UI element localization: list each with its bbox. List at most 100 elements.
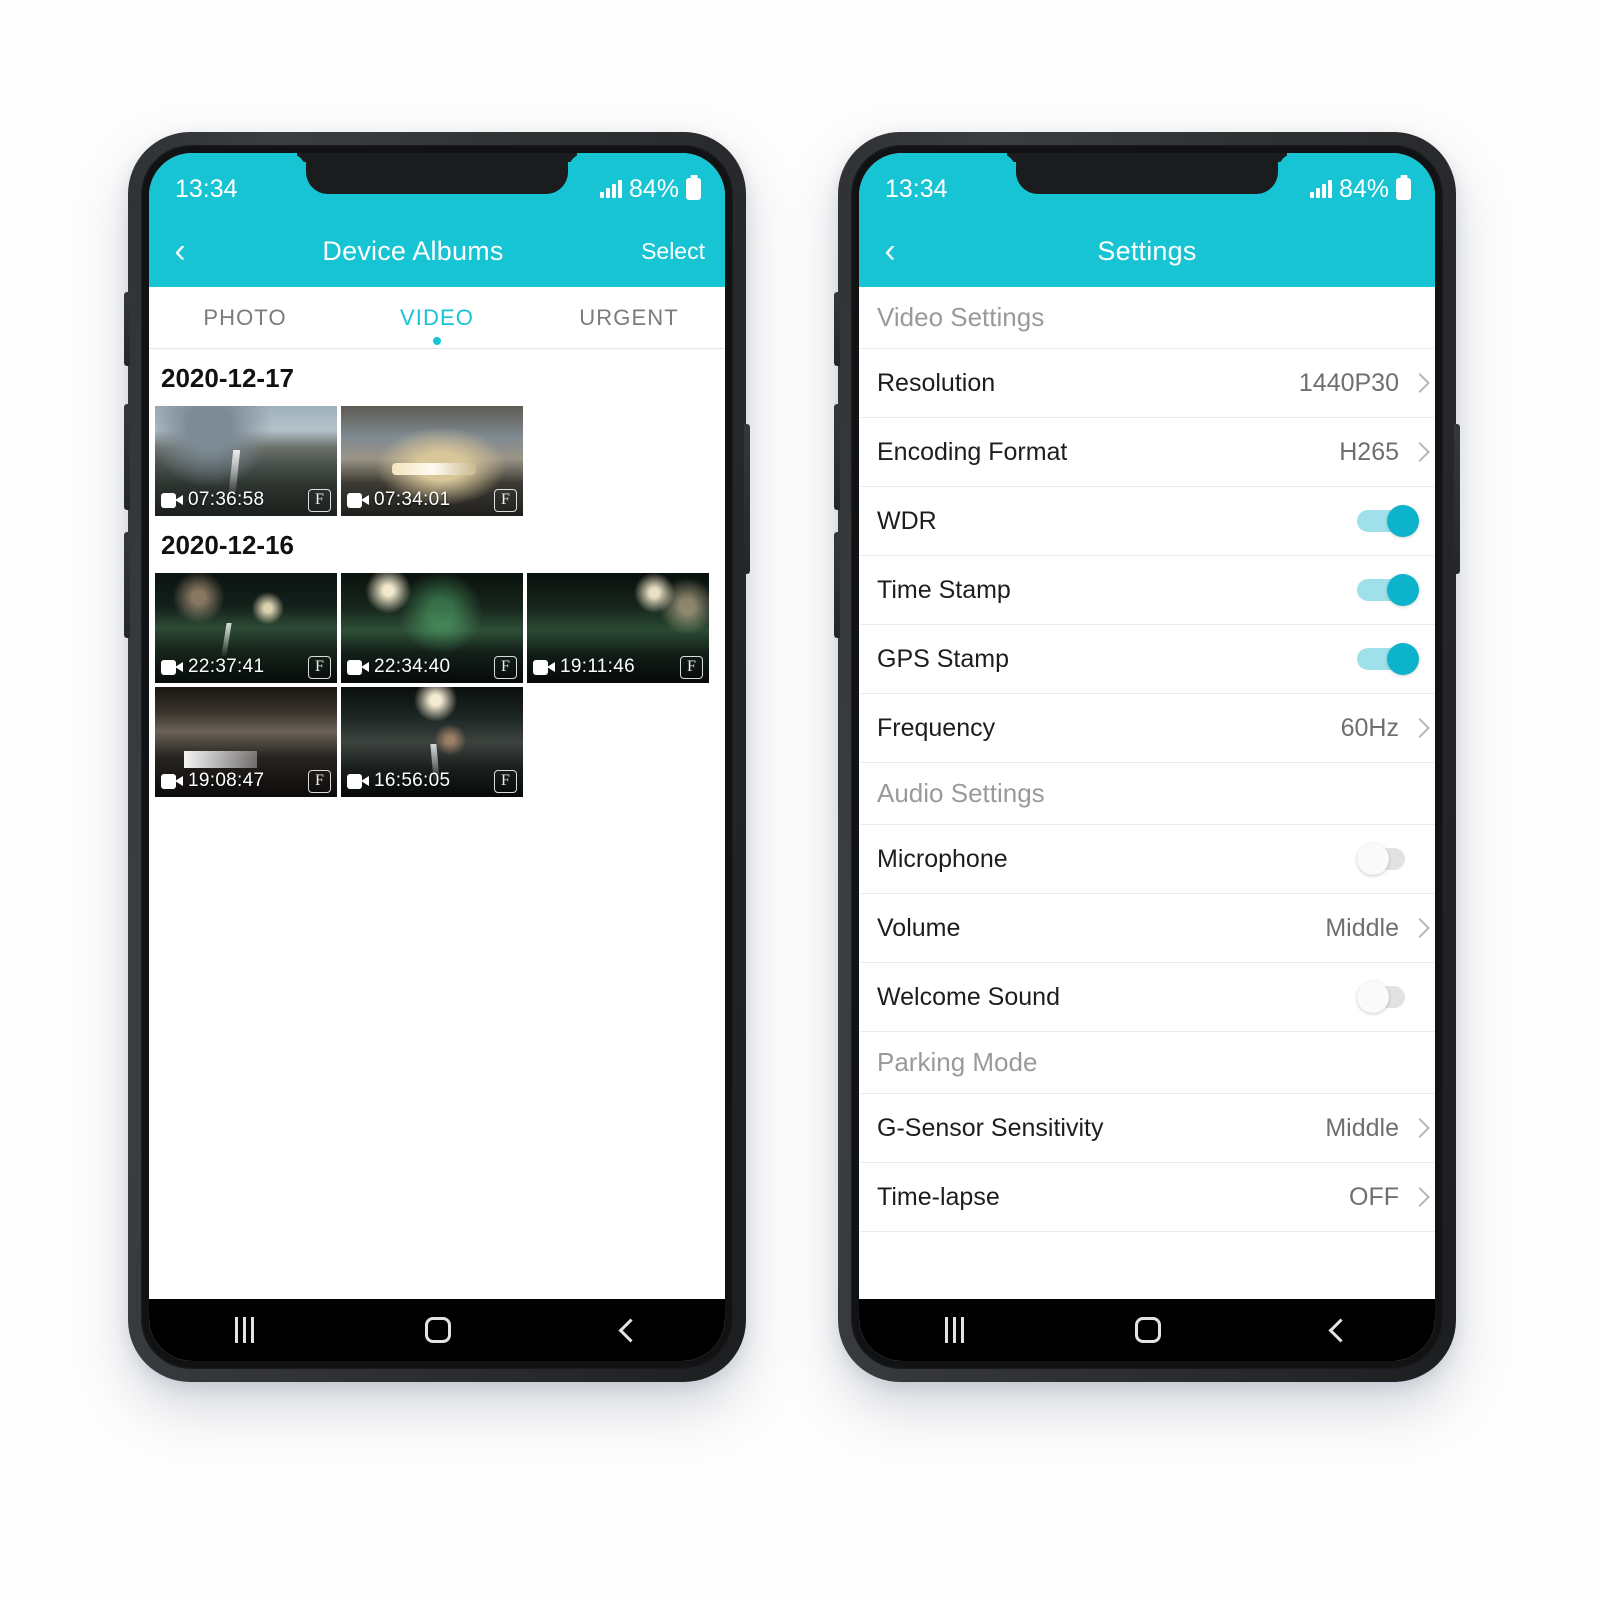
setting-label: Frequency <box>877 713 996 742</box>
chevron-left-icon[interactable]: ‹ <box>859 234 921 268</box>
notch <box>1016 153 1278 194</box>
chevron-right-icon <box>1410 1118 1430 1138</box>
video-camera-icon <box>161 492 183 508</box>
setting-label: Microphone <box>877 844 1008 873</box>
chevron-right-icon <box>1410 918 1430 938</box>
toggle-time-stamp[interactable] <box>1357 574 1419 606</box>
video-camera-icon <box>347 492 369 508</box>
chevron-right-icon <box>1410 373 1430 393</box>
video-thumbnail[interactable]: 16:56:05 F <box>341 687 523 797</box>
phone-device-albums: 13:34 84% ‹ Device Albums Select PHOTO V… <box>124 132 750 1382</box>
video-camera-icon <box>533 659 555 675</box>
settings-screen: 13:34 84% ‹ Settings Video Settings Reso… <box>859 153 1435 1361</box>
power-button[interactable] <box>744 424 750 574</box>
volume-up-button[interactable] <box>834 404 840 510</box>
setting-label: Welcome Sound <box>877 982 1060 1011</box>
volume-down-button[interactable] <box>834 532 840 638</box>
setting-row-microphone[interactable]: Microphone <box>859 825 1435 894</box>
phone-settings: 13:34 84% ‹ Settings Video Settings Reso… <box>834 132 1460 1382</box>
section-header-video-settings: Video Settings <box>859 287 1435 349</box>
screenshot-stage: 13:34 84% ‹ Device Albums Select PHOTO V… <box>0 0 1600 1600</box>
setting-row-time-stamp[interactable]: Time Stamp <box>859 556 1435 625</box>
video-timestamp: 22:34:40 <box>374 656 451 677</box>
thumbnail-row: 19:08:47 F 16:56:05 F <box>149 687 725 797</box>
front-camera-badge: F <box>494 488 517 512</box>
setting-row-volume[interactable]: Volume Middle <box>859 894 1435 963</box>
battery-percent: 84% <box>628 174 679 203</box>
video-timestamp: 19:11:46 <box>560 656 635 677</box>
front-camera-badge: F <box>494 655 517 679</box>
recent-apps-icon[interactable] <box>944 1317 964 1343</box>
side-button-top-left[interactable] <box>124 292 130 366</box>
video-thumbnail[interactable]: 22:37:41 F <box>155 573 337 683</box>
status-time: 13:34 <box>175 174 238 203</box>
setting-row-gps-stamp[interactable]: GPS Stamp <box>859 625 1435 694</box>
back-icon[interactable] <box>618 1317 643 1343</box>
tab-video-label: VIDEO <box>400 304 474 330</box>
setting-row-welcome-sound[interactable]: Welcome Sound <box>859 963 1435 1032</box>
settings-list[interactable]: Video Settings Resolution 1440P30 Encodi… <box>859 287 1435 1299</box>
setting-value: Middle <box>1325 913 1399 942</box>
phone-bezel: 13:34 84% ‹ Device Albums Select PHOTO V… <box>141 145 733 1369</box>
date-group-header: 2020-12-17 <box>161 363 294 393</box>
signal-bars-icon <box>1309 180 1332 198</box>
select-button[interactable]: Select <box>615 238 725 265</box>
video-thumbnail[interactable]: 22:34:40 F <box>341 573 523 683</box>
back-icon[interactable] <box>1328 1317 1353 1343</box>
side-button-top-left[interactable] <box>834 292 840 366</box>
tab-urgent-label: URGENT <box>579 304 679 330</box>
page-title: Device Albums <box>322 235 504 266</box>
setting-label: Time-lapse <box>877 1182 1000 1211</box>
video-timestamp: 07:34:01 <box>374 489 451 510</box>
front-camera-badge: F <box>680 655 703 679</box>
recent-apps-icon[interactable] <box>234 1317 254 1343</box>
tab-urgent[interactable]: URGENT <box>533 305 725 331</box>
battery-percent: 84% <box>1338 174 1389 203</box>
thumbnail-overlay: 22:37:41 F <box>155 651 337 683</box>
video-thumbnail[interactable]: 19:08:47 F <box>155 687 337 797</box>
setting-row-time-lapse[interactable]: Time-lapse OFF <box>859 1163 1435 1232</box>
setting-label: Time Stamp <box>877 575 1011 604</box>
chevron-right-icon <box>1410 442 1430 462</box>
battery-icon <box>1396 178 1411 200</box>
setting-row-wdr[interactable]: WDR <box>859 487 1435 556</box>
setting-row-g-sensor-sensitivity[interactable]: G-Sensor Sensitivity Middle <box>859 1094 1435 1163</box>
home-icon[interactable] <box>424 1317 451 1343</box>
video-thumbnail[interactable]: 07:36:58 F <box>155 406 337 516</box>
phone-bezel: 13:34 84% ‹ Settings Video Settings Reso… <box>851 145 1443 1369</box>
toggle-gps-stamp[interactable] <box>1357 643 1419 675</box>
setting-row-frequency[interactable]: Frequency 60Hz <box>859 694 1435 763</box>
android-nav-bar <box>859 1299 1435 1361</box>
setting-value: OFF <box>1349 1182 1399 1211</box>
setting-row-encoding-format[interactable]: Encoding Format H265 <box>859 418 1435 487</box>
toggle-wdr[interactable] <box>1357 505 1419 537</box>
toggle-microphone[interactable] <box>1357 843 1419 875</box>
tab-photo[interactable]: PHOTO <box>149 305 341 331</box>
volume-up-button[interactable] <box>124 404 130 510</box>
power-button[interactable] <box>1454 424 1460 574</box>
setting-label: Volume <box>877 913 961 942</box>
toggle-welcome-sound[interactable] <box>1357 981 1419 1013</box>
setting-label: GPS Stamp <box>877 644 1009 673</box>
setting-value: H265 <box>1339 437 1399 466</box>
chevron-left-icon[interactable]: ‹ <box>149 234 211 268</box>
android-nav-bar <box>149 1299 725 1361</box>
setting-value: 1440P30 <box>1298 368 1399 397</box>
home-icon[interactable] <box>1134 1317 1161 1343</box>
video-camera-icon <box>161 659 183 675</box>
video-thumbnail[interactable]: 07:34:01 F <box>341 406 523 516</box>
tab-video[interactable]: VIDEO <box>341 304 533 345</box>
battery-icon <box>686 178 701 200</box>
thumbnail-overlay: 22:34:40 F <box>341 651 523 683</box>
setting-label: Encoding Format <box>877 437 1068 466</box>
video-timestamp: 16:56:05 <box>374 770 451 791</box>
status-icons: 84% <box>599 174 701 204</box>
thumbnail-overlay: 19:08:47 F <box>155 765 337 797</box>
album-content[interactable]: 2020-12-17 07:36:58 F 07:34:01 F 2020-12… <box>149 349 725 1299</box>
video-thumbnail[interactable]: 19:11:46 F <box>527 573 709 683</box>
date-group-header: 2020-12-16 <box>161 530 294 560</box>
setting-row-resolution[interactable]: Resolution 1440P30 <box>859 349 1435 418</box>
volume-down-button[interactable] <box>124 532 130 638</box>
setting-value: Middle <box>1325 1113 1399 1142</box>
video-camera-icon <box>347 659 369 675</box>
